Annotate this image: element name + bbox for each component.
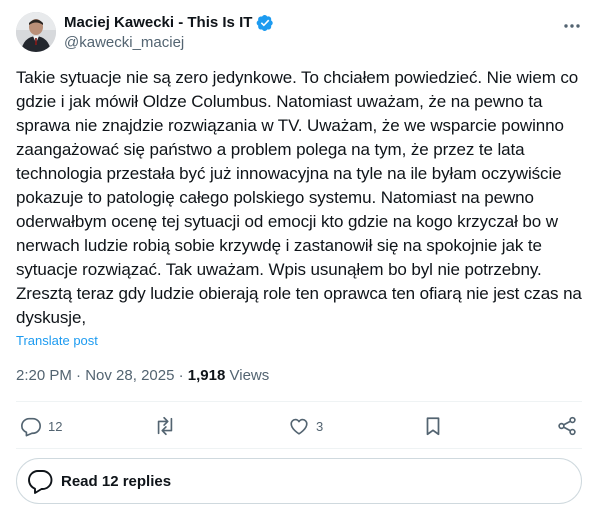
meta-separator: · — [71, 367, 86, 384]
author-name-row: Maciej Kawecki - This Is IT — [64, 13, 274, 33]
post-header: Maciej Kawecki - This Is IT @kawecki_mac… — [16, 12, 582, 54]
divider — [16, 448, 582, 449]
post-date[interactable]: Nov 28, 2025 — [85, 367, 174, 384]
post-text: Takie sytuacje nie są zero jedynkowe. To… — [16, 68, 582, 327]
author-handle[interactable]: @kawecki_maciej — [64, 33, 184, 53]
like-icon — [290, 418, 308, 435]
replies-bubble-icon — [25, 466, 55, 496]
bookmark-icon — [426, 417, 440, 436]
views-label: Views — [225, 367, 270, 384]
author-name[interactable]: Maciej Kawecki - This Is IT — [64, 13, 252, 33]
reply-count: 12 — [48, 418, 63, 434]
read-replies-label: Read 12 replies — [61, 472, 172, 490]
bookmark-button[interactable] — [422, 404, 444, 448]
repost-button[interactable] — [154, 404, 182, 448]
views-count: 1,918 — [187, 367, 226, 384]
read-replies-button[interactable]: Read 12 replies — [16, 458, 582, 504]
meta-separator: · — [174, 367, 188, 384]
avatar-image — [16, 12, 56, 52]
more-icon[interactable] — [562, 16, 582, 36]
reply-button[interactable]: 12 — [20, 404, 62, 448]
action-bar: 12 3 — [16, 404, 582, 448]
post-time[interactable]: 2:20 PM — [16, 367, 72, 384]
translate-post-link[interactable]: Translate post — [16, 333, 98, 349]
share-button[interactable] — [556, 404, 578, 448]
like-count: 3 — [316, 418, 324, 434]
reply-icon — [21, 417, 41, 437]
repost-icon — [157, 416, 173, 436]
divider — [16, 401, 582, 402]
share-icon — [558, 416, 576, 436]
post-meta: 2:20 PM · Nov 28, 2025 · 1,918 Views — [16, 366, 269, 386]
verified-badge-icon[interactable] — [256, 14, 274, 32]
avatar[interactable] — [16, 12, 56, 52]
like-button[interactable]: 3 — [288, 404, 323, 448]
